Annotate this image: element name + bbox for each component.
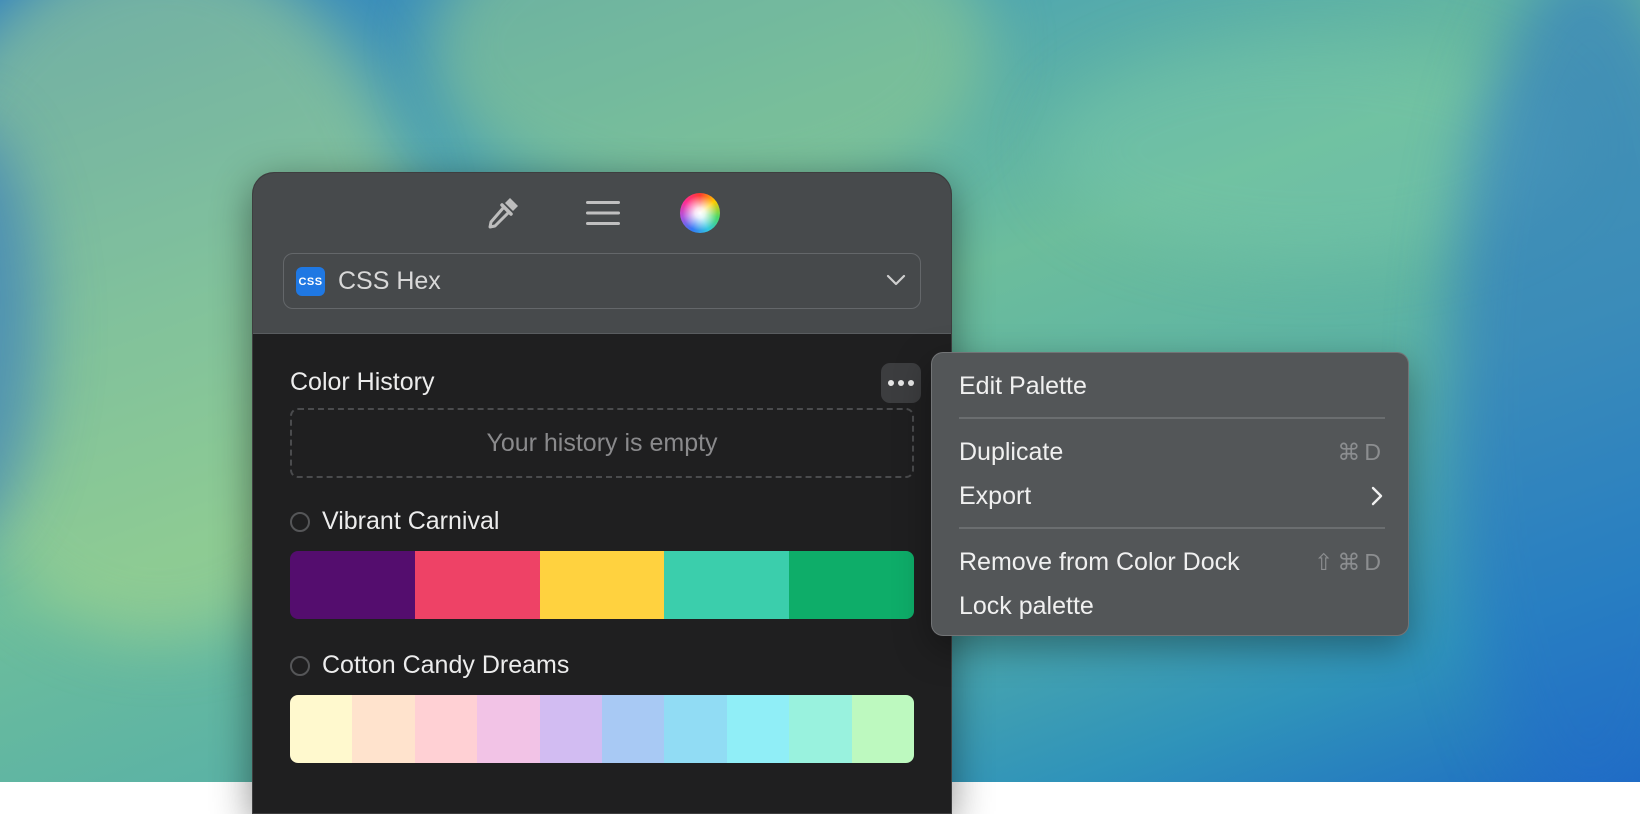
menu-item-edit-palette[interactable]: Edit Palette [959,366,1385,406]
css-icon: CSS [296,267,325,296]
format-select[interactable]: CSS CSS Hex [283,253,921,309]
menu-item-shortcut: ⌘D [1337,438,1385,465]
color-swatch[interactable] [290,551,415,619]
palette-swatches [290,551,914,619]
ellipsis-icon [888,380,914,386]
color-swatch[interactable] [664,695,727,763]
palette-name: Cotton Candy Dreams [322,651,570,679]
menu-separator [959,527,1385,529]
color-swatch[interactable] [851,695,914,763]
color-history-title: Color History [290,368,435,396]
color-swatch[interactable] [726,695,790,763]
palette-radio[interactable] [290,511,310,532]
eyedropper-icon [488,198,518,229]
palette-header[interactable]: Cotton Candy Dreams [290,651,569,680]
format-select-value: CSS Hex [338,267,441,295]
palette-swatches [290,695,914,763]
color-swatch[interactable] [789,695,852,763]
color-swatch[interactable] [539,551,665,619]
menu-icon [586,201,620,225]
menu-item-duplicate[interactable]: Duplicate ⌘D [959,432,1385,472]
color-dock-panel: CSS CSS Hex Color History Your history i… [252,172,952,814]
color-swatch[interactable] [789,551,914,619]
menu-item-label: Remove from Color Dock [959,547,1240,576]
eyedropper-button[interactable] [483,193,523,233]
color-swatch[interactable] [539,695,603,763]
palette-name: Vibrant Carnival [322,507,500,535]
context-menu: Edit Palette Duplicate ⌘D Export Remove … [931,352,1409,636]
color-swatch[interactable] [352,695,415,763]
list-button[interactable] [583,193,623,233]
color-wheel-icon [680,193,720,233]
menu-item-lock-palette[interactable]: Lock palette [959,586,1385,626]
history-empty-text: Your history is empty [486,428,718,457]
menu-item-label: Edit Palette [959,371,1087,400]
color-swatch[interactable] [602,695,665,763]
menu-item-label: Export [959,481,1032,510]
menu-item-label: Lock palette [959,591,1094,620]
color-wheel-button[interactable] [680,193,720,233]
menu-separator [959,417,1385,419]
history-empty-state: Your history is empty [290,408,914,478]
color-swatch[interactable] [290,695,353,763]
palette-header[interactable]: Vibrant Carnival [290,507,499,536]
color-swatch[interactable] [414,695,478,763]
chevron-right-icon [1371,486,1383,506]
color-swatch[interactable] [477,695,540,763]
color-swatch[interactable] [414,551,540,619]
color-swatch[interactable] [664,551,790,619]
panel-header: CSS CSS Hex [253,173,951,334]
menu-item-shortcut: ⇧⌘D [1314,548,1385,575]
chevron-down-icon [886,274,906,286]
menu-item-export[interactable]: Export [959,476,1385,516]
palette-radio[interactable] [290,655,310,676]
more-options-button[interactable] [881,363,921,403]
menu-item-remove[interactable]: Remove from Color Dock ⇧⌘D [959,542,1385,582]
menu-item-label: Duplicate [959,437,1064,466]
